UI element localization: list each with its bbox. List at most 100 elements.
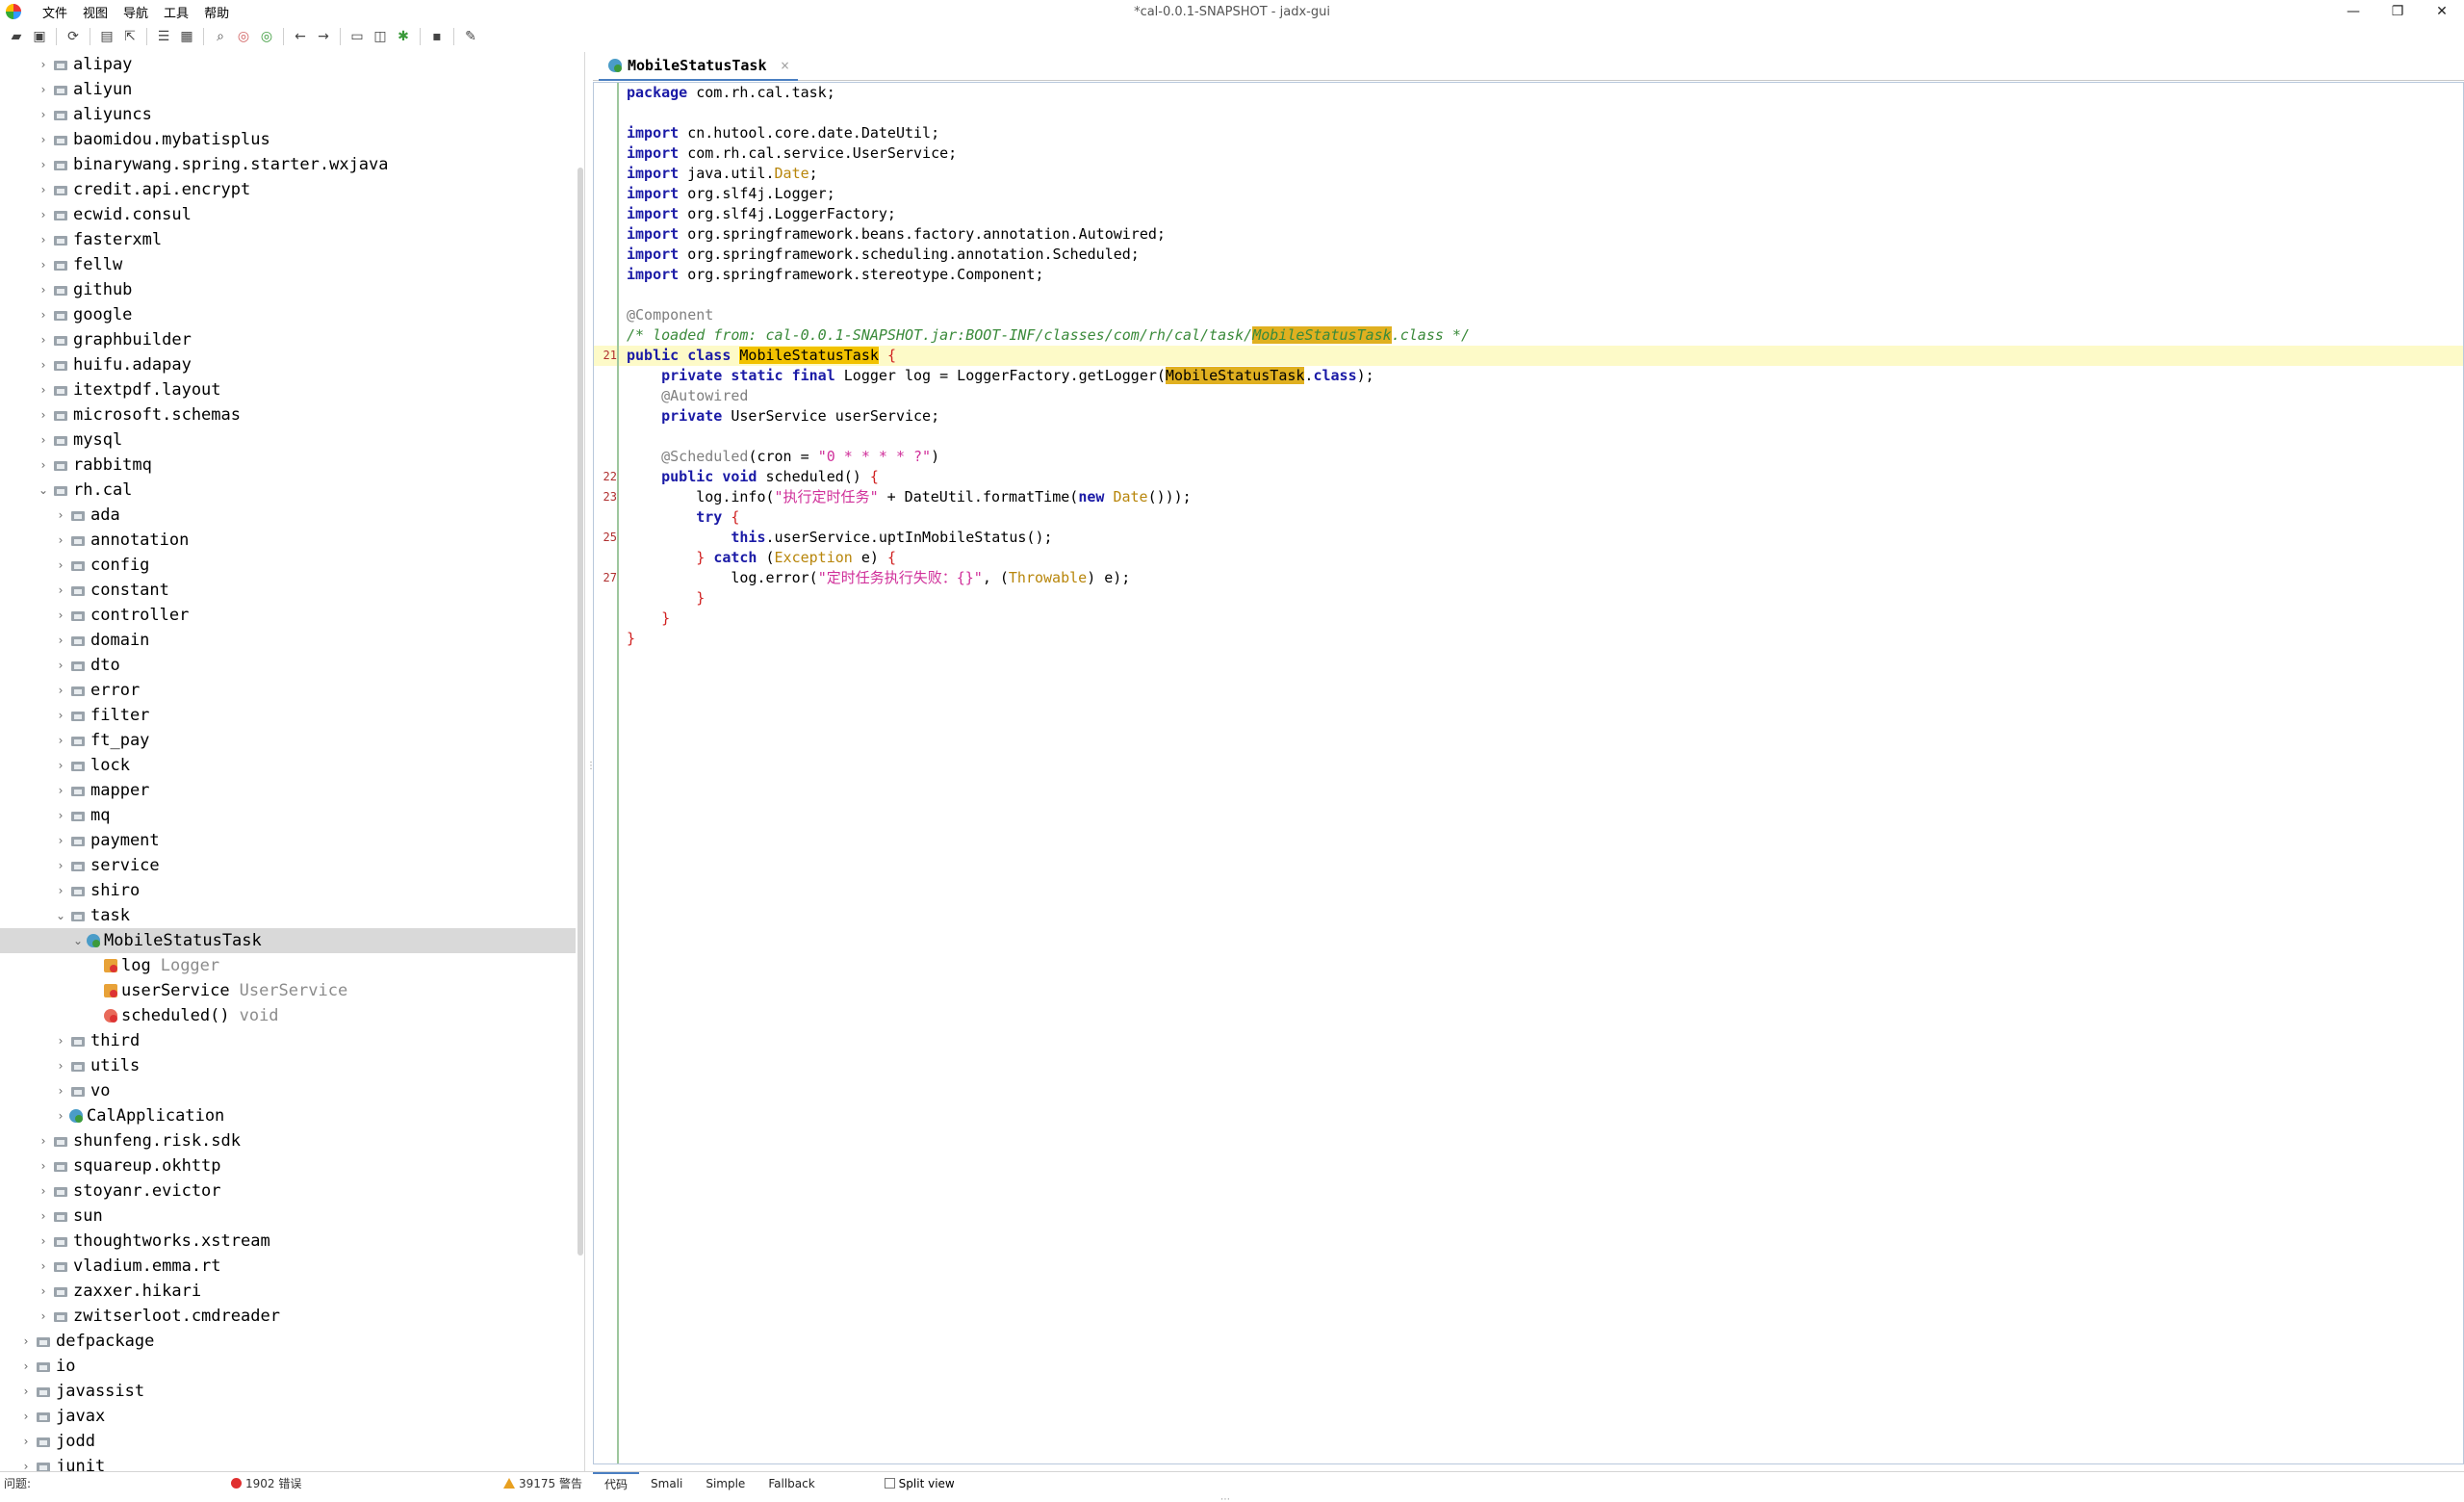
warnings-indicator[interactable]: 39175 警告 [503,1475,582,1491]
menu-navigate[interactable]: 导航 [116,3,156,21]
chevron-right-icon[interactable]: › [37,83,50,96]
chevron-right-icon[interactable]: › [37,258,50,272]
tree-item[interactable]: › CalApplication [0,1103,576,1128]
chevron-down-icon[interactable]: ⌄ [37,483,50,497]
minimize-button[interactable]: — [2331,0,2375,23]
tree-item[interactable]: › aliyun [0,77,576,102]
chevron-right-icon[interactable]: › [37,308,50,322]
chevron-right-icon[interactable]: › [37,183,50,196]
chevron-right-icon[interactable]: › [37,433,50,447]
tree-item[interactable]: › google [0,302,576,327]
chevron-right-icon[interactable]: › [54,1034,67,1048]
chevron-right-icon[interactable]: › [37,408,50,422]
quick-tabs-icon[interactable]: ◫ [370,26,391,47]
tree-item[interactable]: › github [0,277,576,302]
sync-tree-icon[interactable]: ☰ [153,26,174,47]
errors-indicator[interactable]: 1902 错误 [231,1475,301,1491]
tab-fallback[interactable]: Fallback [757,1472,826,1495]
chevron-right-icon[interactable]: › [37,233,50,246]
tree-scrollbar[interactable] [578,168,583,1256]
chevron-right-icon[interactable]: › [54,533,67,547]
tree-item[interactable]: › mapper [0,778,576,803]
tree-item[interactable]: › ada [0,503,576,528]
chevron-right-icon[interactable]: › [19,1334,33,1348]
chevron-right-icon[interactable]: › [37,1209,50,1223]
chevron-right-icon[interactable]: › [54,784,67,797]
flatten-packages-icon[interactable]: ▦ [176,26,197,47]
tree-item[interactable]: › ft_pay [0,728,576,753]
chevron-right-icon[interactable]: › [54,709,67,722]
tree-item[interactable]: › zwitserloot.cmdreader [0,1304,576,1329]
forward-icon[interactable]: → [313,26,334,47]
tree-item[interactable]: › jodd [0,1429,576,1454]
tree-item[interactable]: › config [0,553,576,578]
chevron-right-icon[interactable]: › [37,358,50,372]
chevron-right-icon[interactable]: › [54,583,67,597]
tree-item[interactable]: › third [0,1028,576,1053]
chevron-right-icon[interactable]: › [37,58,50,71]
chevron-right-icon[interactable]: › [19,1460,33,1471]
chevron-right-icon[interactable]: › [37,158,50,171]
tree-item[interactable]: scheduled() void [0,1003,576,1028]
chevron-right-icon[interactable]: › [37,1259,50,1273]
chevron-right-icon[interactable]: › [37,1184,50,1198]
chevron-right-icon[interactable]: › [54,809,67,822]
chevron-right-icon[interactable]: › [37,458,50,472]
chevron-right-icon[interactable]: › [37,383,50,397]
chevron-right-icon[interactable]: › [37,1284,50,1298]
search-icon[interactable]: ⌕ [210,26,231,47]
chevron-right-icon[interactable]: › [54,609,67,622]
tree-item[interactable]: › alipay [0,52,576,77]
tree-item[interactable]: › annotation [0,528,576,553]
tree-item[interactable]: › huifu.adapay [0,352,576,377]
chevron-down-icon[interactable]: ⌄ [71,934,85,947]
tree-item[interactable]: › javax [0,1404,576,1429]
tree-item[interactable]: › shunfeng.risk.sdk [0,1128,576,1153]
add-files-icon[interactable]: ▣ [29,26,50,47]
tree-item[interactable]: › stoyanr.evictor [0,1178,576,1204]
tree-item[interactable]: › mq [0,803,576,828]
tree-item[interactable]: › binarywang.spring.starter.wxjava [0,152,576,177]
tree-item[interactable]: › dto [0,653,576,678]
usage-search-icon[interactable]: ◎ [256,26,277,47]
chevron-right-icon[interactable]: › [37,133,50,146]
tree-item[interactable]: ⌄ MobileStatusTask [0,928,576,953]
tree-item[interactable]: › error [0,678,576,703]
chevron-right-icon[interactable]: › [37,333,50,347]
chevron-right-icon[interactable]: › [19,1410,33,1423]
menu-help[interactable]: 帮助 [196,3,237,21]
tree-item[interactable]: › constant [0,578,576,603]
tree-item[interactable]: › graphbuilder [0,327,576,352]
tree-item[interactable]: ⌄ rh.cal [0,478,576,503]
menu-file[interactable]: 文件 [35,3,75,21]
chevron-right-icon[interactable]: › [37,108,50,121]
tree-item[interactable]: › payment [0,828,576,853]
chevron-right-icon[interactable]: › [19,1435,33,1448]
tree-item[interactable]: › domain [0,628,576,653]
tree-item[interactable]: › fasterxml [0,227,576,252]
tree-item[interactable]: › junit [0,1454,576,1471]
tree-item[interactable]: userService UserService [0,978,576,1003]
chevron-right-icon[interactable]: › [19,1360,33,1373]
close-tab-icon[interactable]: × [781,59,790,72]
chevron-right-icon[interactable]: › [19,1385,33,1398]
tree-item[interactable]: › io [0,1354,576,1379]
chevron-right-icon[interactable]: › [37,283,50,297]
bottom-resize-handle[interactable]: ⋯ [1220,1494,1230,1502]
tree-item[interactable]: › ecwid.consul [0,202,576,227]
chevron-right-icon[interactable]: › [37,1309,50,1323]
tree-item[interactable]: › baomidou.mybatisplus [0,127,576,152]
chevron-right-icon[interactable]: › [54,1059,67,1073]
code-editor[interactable]: package com.rh.cal.task; import cn.hutool… [593,82,2464,1464]
tree-item[interactable]: › lock [0,753,576,778]
chevron-right-icon[interactable]: › [54,558,67,572]
tree-item[interactable]: › thoughtworks.xstream [0,1229,576,1254]
chevron-right-icon[interactable]: › [54,734,67,747]
tree-item[interactable]: ⌄ task [0,903,576,928]
tree-item[interactable]: › mysql [0,427,576,453]
split-view-toggle[interactable]: Split view [884,1477,955,1490]
chevron-right-icon[interactable]: › [37,208,50,221]
chevron-right-icon[interactable]: › [54,1109,67,1123]
tree-item[interactable]: › rabbitmq [0,453,576,478]
tree-item[interactable]: › fellw [0,252,576,277]
